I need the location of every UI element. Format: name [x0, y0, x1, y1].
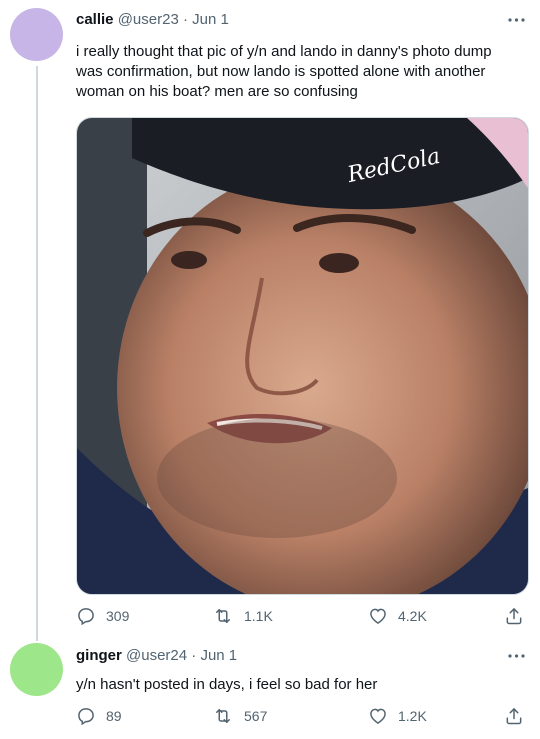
thread-line	[36, 66, 38, 641]
retweet-button[interactable]: 567	[212, 706, 267, 726]
heart-icon	[370, 608, 386, 624]
user-handle[interactable]: @user24	[126, 647, 187, 664]
reply-count: 89	[106, 708, 122, 724]
retweet-button[interactable]: 1.1K	[212, 606, 273, 626]
share-button[interactable]	[504, 606, 524, 626]
like-button[interactable]: 1.2K	[368, 706, 427, 726]
tweet-1[interactable]: callie @user23 · Jun 1 i really thought …	[0, 0, 540, 641]
reply-button[interactable]: 89	[76, 706, 122, 726]
share-icon	[506, 708, 522, 725]
retweet-count: 1.1K	[244, 608, 273, 624]
tweet-header: callie @user23 · Jun 1	[76, 10, 229, 30]
separator: ·	[191, 647, 197, 664]
tweet-date[interactable]: Jun 1	[200, 647, 237, 664]
user-handle[interactable]: @user23	[118, 11, 179, 28]
reply-icon	[78, 608, 94, 626]
retweet-icon	[216, 609, 230, 623]
tweet-date[interactable]: Jun 1	[192, 11, 229, 28]
like-count: 4.2K	[398, 608, 427, 624]
like-button[interactable]: 4.2K	[368, 606, 427, 626]
more-dots-icon[interactable]	[506, 10, 526, 30]
tweet-text: i really thought that pic of y/n and lan…	[76, 43, 492, 100]
share-button[interactable]	[504, 706, 524, 726]
reply-button[interactable]: 309	[76, 606, 129, 626]
tweet-actions: 309 1.1K 4.2K	[76, 606, 527, 630]
avatar[interactable]	[10, 8, 63, 61]
media-photo: RedCola	[77, 118, 528, 594]
heart-icon	[370, 708, 386, 724]
tweet-header: ginger @user24 · Jun 1	[76, 646, 237, 666]
retweet-count: 567	[244, 708, 268, 724]
reply-count: 309	[106, 608, 130, 624]
retweet-icon	[216, 709, 230, 723]
display-name[interactable]: callie	[76, 11, 114, 28]
reply-icon	[78, 708, 94, 726]
like-count: 1.2K	[398, 708, 427, 724]
tweet-media[interactable]: RedCola	[76, 117, 529, 595]
tweet-actions: 89 567 1.2K	[76, 706, 527, 730]
separator: ·	[182, 11, 188, 28]
avatar[interactable]	[10, 643, 63, 696]
tweet-text: y/n hasn't posted in days, i feel so bad…	[76, 676, 378, 693]
tweet-2[interactable]: ginger @user24 · Jun 1 y/n hasn't posted…	[0, 640, 540, 739]
more-dots-icon[interactable]	[506, 646, 526, 666]
display-name[interactable]: ginger	[76, 647, 122, 664]
share-icon	[506, 608, 522, 625]
